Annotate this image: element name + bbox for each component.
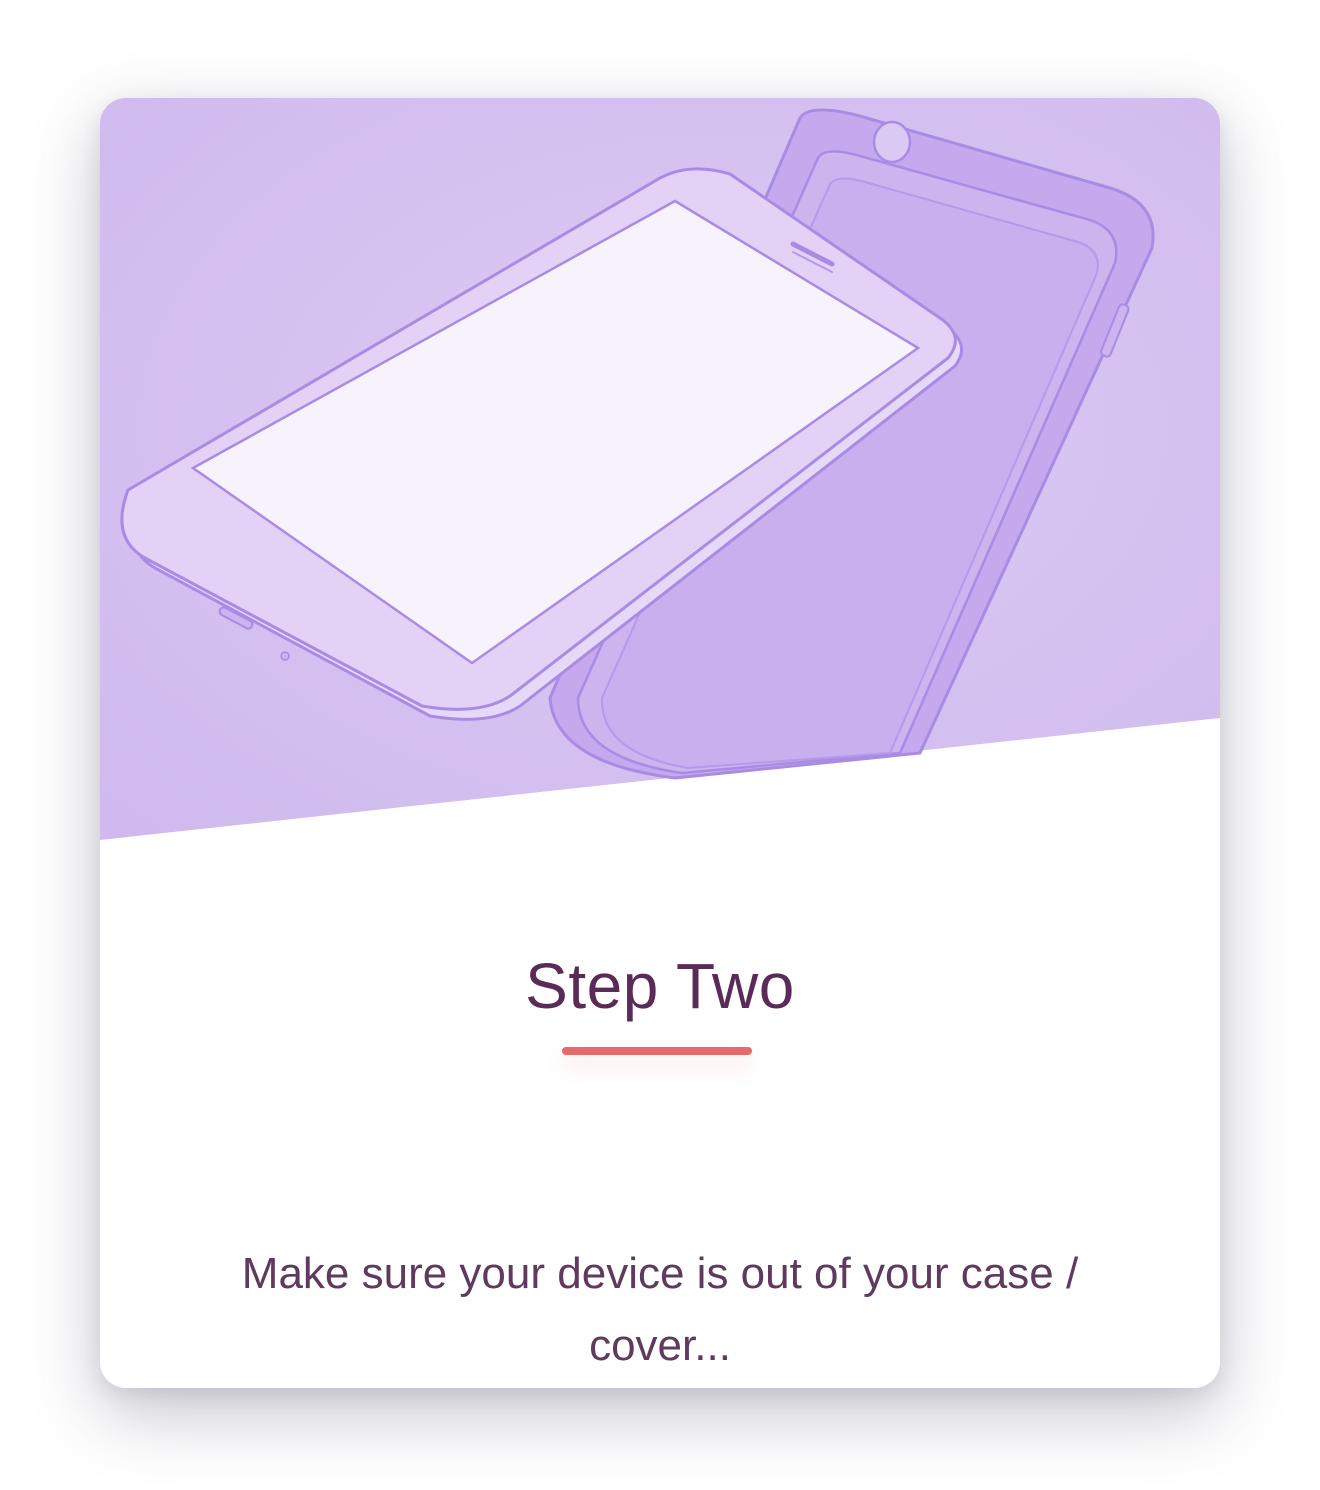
hero-illustration (100, 98, 1220, 843)
step-description: Make sure your device is out of your cas… (241, 1249, 1079, 1370)
title-underline (562, 1047, 752, 1055)
illustration-svg (100, 98, 1220, 840)
step-card: Step Two Make sure your device is out of… (100, 98, 1220, 1388)
step-title: Step Two (525, 950, 795, 1022)
